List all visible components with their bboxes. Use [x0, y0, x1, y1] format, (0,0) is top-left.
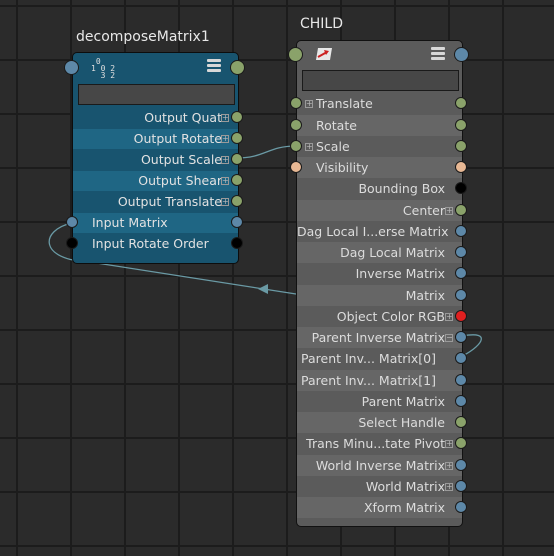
dag-local-inverse-matrix-port[interactable]	[455, 225, 467, 237]
center-port[interactable]	[455, 204, 467, 216]
translate-out-port[interactable]	[455, 97, 467, 109]
trans-minus-rotate-pivot-port[interactable]	[455, 437, 467, 449]
expand-icon[interactable]: +	[221, 198, 229, 206]
output-shear-port[interactable]	[231, 174, 243, 186]
transform-icon	[316, 48, 332, 60]
matrix-port[interactable]	[455, 289, 467, 301]
parent-inverse-matrix-1-port[interactable]	[455, 374, 467, 386]
child-node-title: CHILD	[300, 16, 344, 32]
rotate-out-port[interactable]	[455, 119, 467, 131]
attr-trans-minus-rotate-pivot[interactable]: Trans Minu...tate Pivot	[297, 433, 462, 454]
world-inverse-matrix-port[interactable]	[455, 459, 467, 471]
expand-icon[interactable]: +	[445, 483, 453, 491]
input-rotate-order-port[interactable]	[66, 237, 78, 249]
input-matrix-out-port[interactable]	[231, 216, 243, 228]
inverse-matrix-port[interactable]	[455, 267, 467, 279]
decompose-matrix-node[interactable]: 01 0 2 3 2 Output Quat Output Rotate Out…	[72, 52, 239, 264]
expand-icon[interactable]: +	[445, 313, 453, 321]
input-rotate-order-out-port[interactable]	[231, 237, 243, 249]
attr-input-rotate-order[interactable]: Input Rotate Order	[73, 234, 238, 254]
attr-output-scale[interactable]: Output Scale	[73, 150, 238, 170]
attr-matrix[interactable]: Matrix	[297, 285, 462, 306]
attr-parent-matrix[interactable]: Parent Matrix	[297, 391, 462, 412]
expand-icon[interactable]: +	[305, 100, 313, 108]
translate-in-port[interactable]	[290, 97, 302, 109]
bounding-box-port[interactable]	[455, 182, 467, 194]
collapse-icon[interactable]: −	[445, 334, 453, 342]
parent-inverse-matrix-port[interactable]	[455, 331, 467, 343]
expand-icon[interactable]: +	[445, 462, 453, 470]
parent-matrix-port[interactable]	[455, 395, 467, 407]
attr-parent-inverse-matrix[interactable]: Parent Inverse Matrix	[297, 327, 462, 348]
output-rotate-port[interactable]	[231, 132, 243, 144]
attr-visibility[interactable]: Visibility	[297, 157, 462, 178]
node-menu-icon[interactable]	[207, 59, 221, 73]
node-input-port[interactable]	[288, 47, 303, 62]
attr-dag-local-inverse-matrix[interactable]: Dag Local I...erse Matrix	[297, 221, 462, 242]
expand-icon[interactable]: +	[221, 114, 229, 122]
scale-in-port[interactable]	[290, 140, 302, 152]
attr-rotate[interactable]: Rotate	[297, 115, 462, 136]
xform-matrix-port[interactable]	[455, 501, 467, 513]
scale-connection-wire	[236, 145, 297, 159]
output-scale-port[interactable]	[231, 153, 243, 165]
attr-center[interactable]: Center	[297, 200, 462, 221]
attr-parent-inverse-matrix-1[interactable]: Parent Inv... Matrix[1]	[297, 370, 462, 391]
attr-translate[interactable]: Translate	[297, 93, 462, 114]
attr-output-rotate[interactable]: Output Rotate	[73, 129, 238, 149]
rotate-in-port[interactable]	[290, 119, 302, 131]
node-menu-icon[interactable]	[431, 47, 445, 61]
node-output-port[interactable]	[230, 60, 245, 75]
decompose-matrix-icon: 01 0 2 3 2	[91, 57, 116, 80]
attr-input-matrix[interactable]: Input Matrix	[73, 213, 238, 233]
parent-inverse-matrix-0-port[interactable]	[455, 352, 467, 364]
output-quat-port[interactable]	[231, 111, 243, 123]
expand-icon[interactable]: +	[305, 143, 313, 151]
input-matrix-port[interactable]	[66, 216, 78, 228]
attr-dag-local-matrix[interactable]: Dag Local Matrix	[297, 242, 462, 263]
visibility-in-port[interactable]	[290, 161, 302, 173]
node-search-field[interactable]	[78, 84, 235, 105]
expand-icon[interactable]: +	[221, 177, 229, 185]
attr-select-handle[interactable]: Select Handle	[297, 412, 462, 433]
attr-bounding-box[interactable]: Bounding Box	[297, 178, 462, 199]
decompose-node-title: decomposeMatrix1	[76, 29, 210, 45]
object-color-rgb-port[interactable]	[455, 310, 467, 322]
node-output-port[interactable]	[454, 47, 469, 62]
expand-icon[interactable]: +	[445, 207, 453, 215]
visibility-out-port[interactable]	[455, 161, 467, 173]
child-transform-node[interactable]: Translate Rotate Scale Visibility Boundi…	[296, 40, 463, 527]
attr-inverse-matrix[interactable]: Inverse Matrix	[297, 263, 462, 284]
world-matrix-port[interactable]	[455, 480, 467, 492]
node-search-field[interactable]	[302, 70, 459, 91]
node-input-port[interactable]	[64, 60, 79, 75]
attr-output-shear[interactable]: Output Shear	[73, 171, 238, 191]
attr-xform-matrix[interactable]: Xform Matrix	[297, 497, 462, 518]
output-translate-port[interactable]	[231, 195, 243, 207]
attr-object-color-rgb[interactable]: Object Color RGB	[297, 306, 462, 327]
expand-icon[interactable]: +	[445, 440, 453, 448]
scale-out-port[interactable]	[455, 140, 467, 152]
expand-icon[interactable]: +	[221, 156, 229, 164]
attr-output-quat[interactable]: Output Quat	[73, 108, 238, 128]
dag-local-matrix-port[interactable]	[455, 246, 467, 258]
attr-world-matrix[interactable]: World Matrix	[297, 476, 462, 497]
wire-arrow	[258, 284, 268, 294]
attr-parent-inverse-matrix-0[interactable]: Parent Inv... Matrix[0]	[297, 348, 462, 369]
expand-icon[interactable]: +	[221, 135, 229, 143]
attr-output-translate[interactable]: Output Translate	[73, 192, 238, 212]
attr-world-inverse-matrix[interactable]: World Inverse Matrix	[297, 455, 462, 476]
attr-scale[interactable]: Scale	[297, 136, 462, 157]
select-handle-port[interactable]	[455, 416, 467, 428]
